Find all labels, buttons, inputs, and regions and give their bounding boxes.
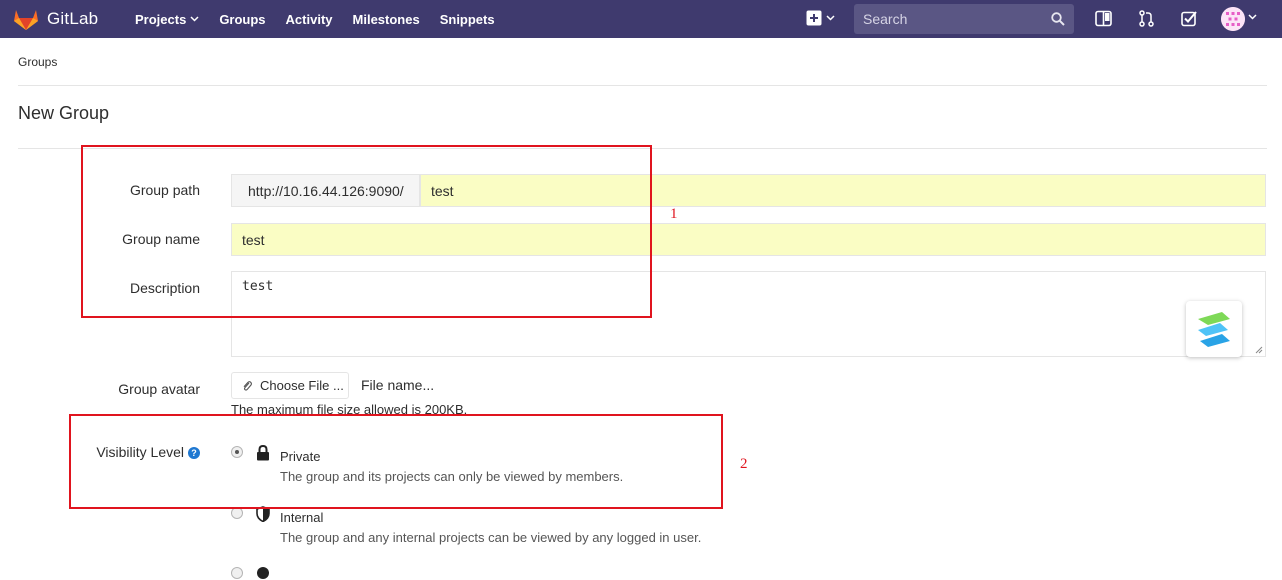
visibility-internal-desc: The group and any internal projects can … <box>280 530 702 545</box>
annotation-number-1: 1 <box>670 206 678 222</box>
annotation-number-2: 2 <box>740 456 748 472</box>
search-icon[interactable] <box>1051 12 1065 26</box>
chevron-down-icon <box>190 16 199 22</box>
search-box <box>854 4 1074 34</box>
choose-file-button[interactable]: Choose File ... <box>231 372 349 399</box>
nav-activity[interactable]: Activity <box>286 12 333 27</box>
chevron-down-icon <box>826 15 835 21</box>
search-input[interactable] <box>854 4 1074 34</box>
nav-projects[interactable]: Projects <box>135 12 199 27</box>
gitlab-logo-icon <box>14 10 38 30</box>
plus-square-icon <box>806 10 822 26</box>
new-dropdown-button[interactable] <box>806 10 835 26</box>
nav-groups-label: Groups <box>219 11 266 27</box>
globe-icon <box>257 567 269 579</box>
identicon-icon <box>1221 7 1245 31</box>
page-title: New Group <box>18 103 110 123</box>
choose-file-label: Choose File ... <box>260 378 344 393</box>
divider <box>18 85 1267 86</box>
file-name-text: File name... <box>361 377 435 393</box>
annotation-box-1 <box>81 145 652 318</box>
chevron-down-icon[interactable] <box>1248 14 1257 20</box>
floating-widget[interactable] <box>1186 301 1242 357</box>
nav-snippets-label: Snippets <box>439 11 495 27</box>
nav-milestones-label: Milestones <box>352 11 420 27</box>
annotation-box-2 <box>69 414 723 509</box>
todo-check-icon[interactable] <box>1181 10 1197 27</box>
nav-links: Projects Groups Activity Milestones Snip… <box>135 0 515 38</box>
nav-activity-label: Activity <box>285 11 333 27</box>
issues-board-icon[interactable] <box>1095 10 1112 27</box>
merge-request-icon[interactable] <box>1139 10 1154 27</box>
nav-projects-label: Projects <box>135 11 187 27</box>
visibility-internal-title: Internal <box>280 510 324 525</box>
breadcrumb[interactable]: Groups <box>18 55 57 69</box>
visibility-public-radio[interactable] <box>231 567 243 579</box>
gitlab-brand[interactable]: GitLab <box>13 6 98 32</box>
nav-milestones[interactable]: Milestones <box>353 12 420 27</box>
paperclip-icon <box>243 380 252 391</box>
nav-snippets[interactable]: Snippets <box>440 12 495 27</box>
group-avatar-label: Group avatar <box>118 381 200 397</box>
user-avatar[interactable] <box>1221 7 1245 31</box>
resize-grip-icon[interactable] <box>1255 346 1263 354</box>
brand-name: GitLab <box>47 9 99 28</box>
nav-groups[interactable]: Groups <box>219 12 265 27</box>
layers-logo-icon <box>1198 312 1230 347</box>
top-navbar: GitLab Projects Groups Activity Mileston… <box>0 0 1282 38</box>
